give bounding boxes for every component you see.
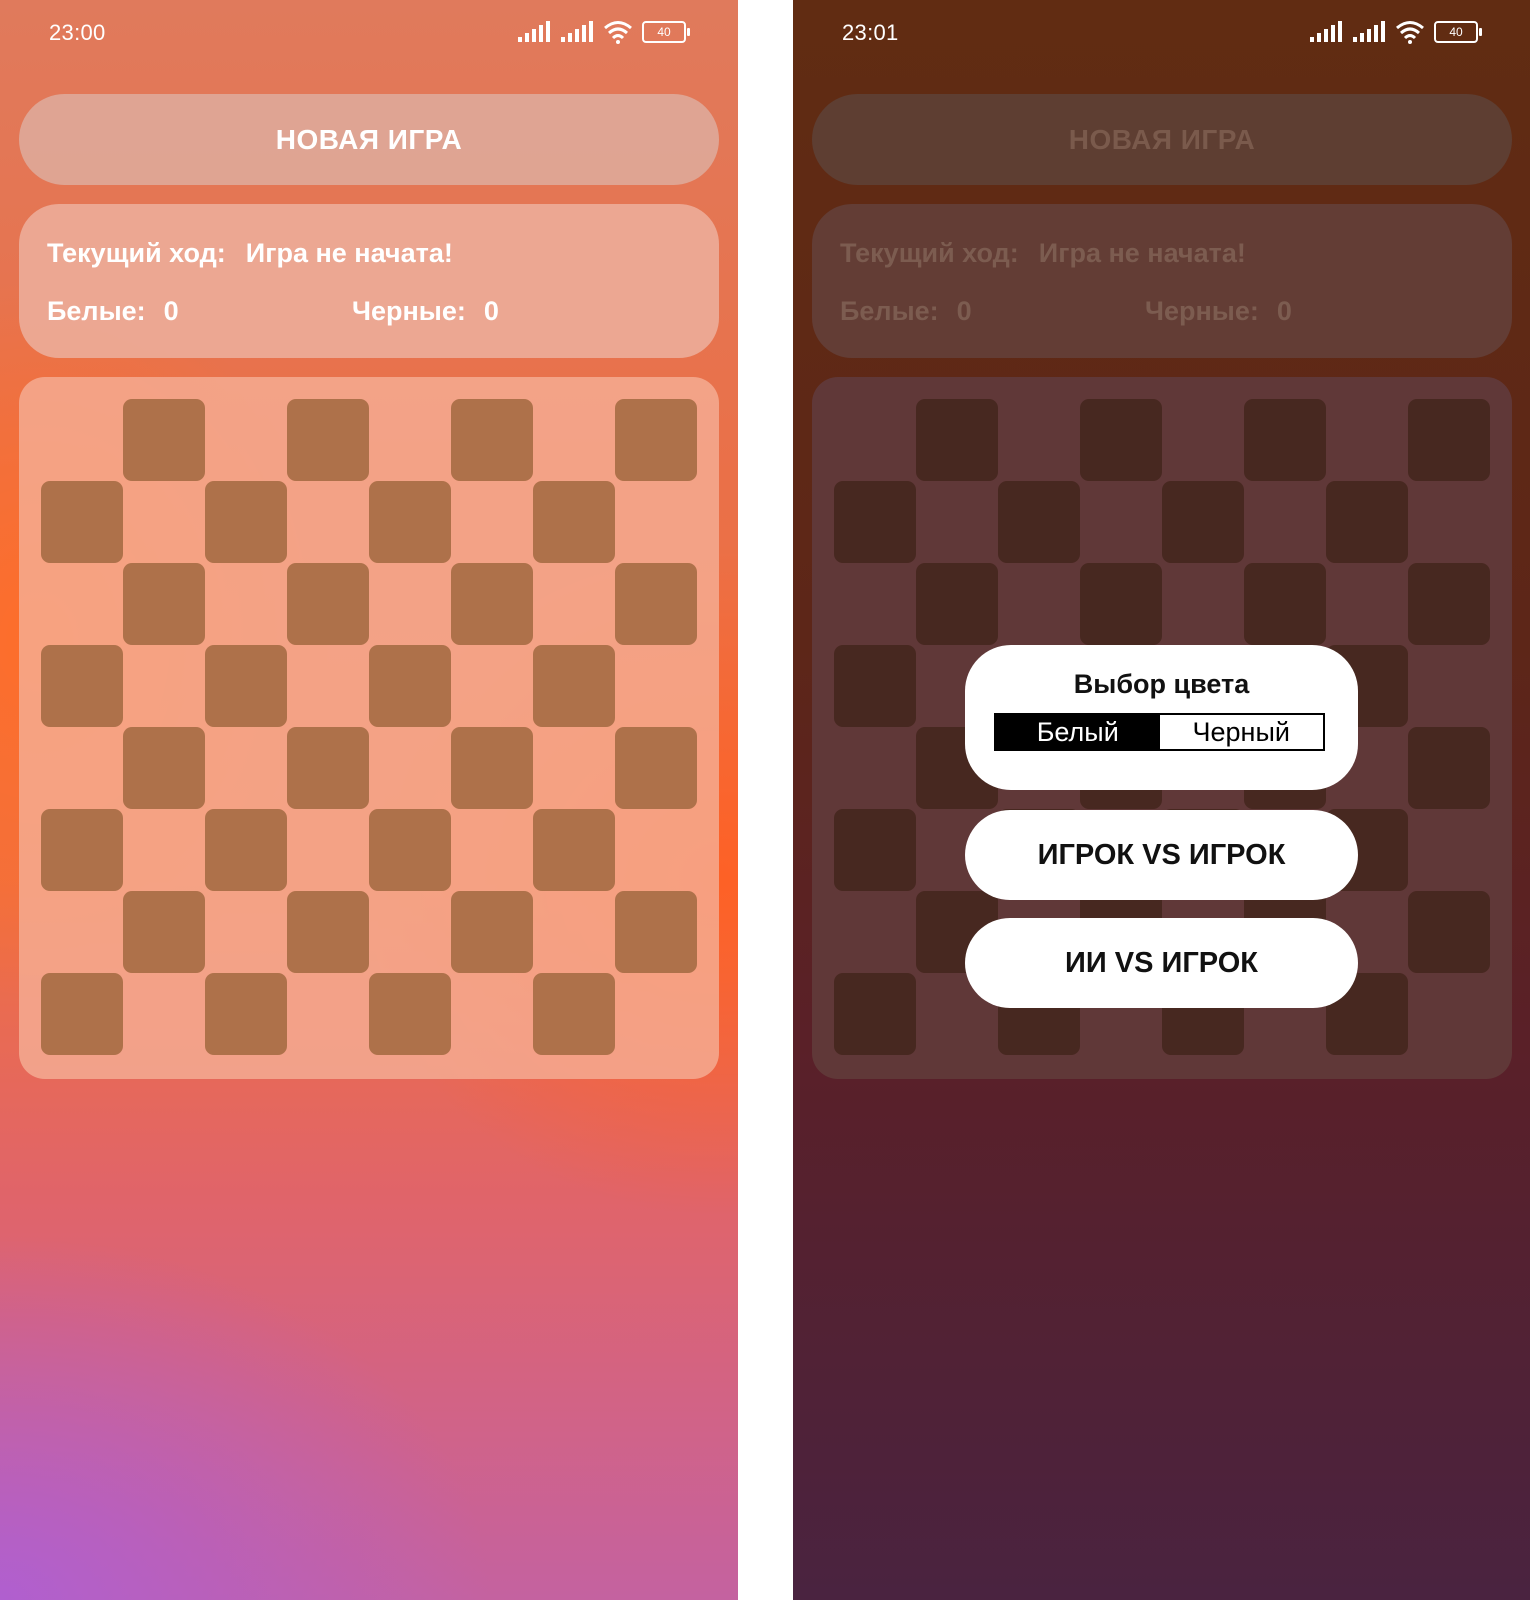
current-turn-label: Текущий ход:: [840, 238, 1019, 268]
signal-icon: [561, 21, 593, 42]
board-dark-cell[interactable]: [287, 399, 369, 481]
board-dark-cell: [1244, 563, 1326, 645]
board-dark-cell[interactable]: [205, 645, 287, 727]
board-dark-cell: [1408, 399, 1490, 481]
board-dark-cell[interactable]: [287, 563, 369, 645]
board-dark-cell[interactable]: [287, 891, 369, 973]
board-dark-cell[interactable]: [41, 481, 123, 563]
board-dark-cell[interactable]: [615, 399, 697, 481]
status-bar: 23:00 40: [0, 0, 738, 68]
black-score-value: 0: [1276, 296, 1292, 326]
white-score-row: Белые: 0: [840, 296, 972, 327]
board-dark-cell: [834, 481, 916, 563]
board-dark-cell[interactable]: [123, 399, 205, 481]
white-score-value: 0: [163, 296, 179, 326]
battery-level: 40: [657, 25, 671, 39]
game-info-card: Текущий ход: Игра не начата! Белые: 0 Черн…: [812, 204, 1512, 358]
board-dark-cell[interactable]: [369, 809, 451, 891]
board-dark-cell: [1408, 891, 1490, 973]
color-choice-dialog: Выбор цвета Белый Черный: [965, 645, 1358, 790]
color-option-white[interactable]: Белый: [996, 715, 1160, 749]
black-score-label: Черные:: [352, 296, 466, 326]
color-segmented-control: Белый Черный: [994, 713, 1325, 751]
battery-icon: 40: [642, 21, 690, 43]
player-vs-player-button[interactable]: ИГРОК VS ИГРОК: [965, 810, 1358, 900]
board-dark-cell[interactable]: [615, 727, 697, 809]
ai-vs-player-button[interactable]: ИИ VS ИГРОК: [965, 918, 1358, 1008]
status-time: 23:00: [49, 20, 106, 45]
board-dark-cell: [1244, 399, 1326, 481]
current-turn-value: Игра не начата!: [1038, 238, 1246, 268]
current-turn-row: Текущий ход: Игра не начата!: [840, 238, 1246, 269]
new-game-button[interactable]: НОВАЯ ИГРА: [812, 94, 1512, 185]
board-dark-cell[interactable]: [533, 645, 615, 727]
board-dark-cell: [998, 481, 1080, 563]
board-dark-cell: [834, 645, 916, 727]
board-dark-cell[interactable]: [41, 645, 123, 727]
board-dark-cell[interactable]: [369, 481, 451, 563]
board-dark-cell[interactable]: [451, 727, 533, 809]
board-dark-cell[interactable]: [369, 645, 451, 727]
board-dark-cell[interactable]: [41, 973, 123, 1055]
board-dark-cell[interactable]: [287, 727, 369, 809]
phone-screen-mode-select: 23:01 40 НОВАЯ ИГРА Текущий ход: Игра не…: [793, 0, 1530, 1600]
black-score-row: Черные: 0: [352, 296, 499, 327]
board-dark-cell[interactable]: [123, 891, 205, 973]
board-dark-cell[interactable]: [205, 809, 287, 891]
wifi-icon: [1396, 21, 1424, 44]
board-dark-cell[interactable]: [41, 809, 123, 891]
board-dark-cell[interactable]: [205, 973, 287, 1055]
board-dark-cell[interactable]: [533, 481, 615, 563]
board-dark-cell: [1080, 399, 1162, 481]
board-dark-cell: [916, 399, 998, 481]
board-dark-cell: [1408, 727, 1490, 809]
board-dark-cell[interactable]: [451, 563, 533, 645]
current-turn-row: Текущий ход: Игра не начата!: [47, 238, 453, 269]
board-dark-cell[interactable]: [123, 563, 205, 645]
phone-screen-start: 23:00 40 НОВАЯ ИГРА Текущий ход: Игра не…: [0, 0, 738, 1600]
game-info-card: Текущий ход: Игра не начата! Белые: 0 Черн…: [19, 204, 719, 358]
battery-icon: 40: [1434, 21, 1482, 43]
board-dark-cell: [834, 809, 916, 891]
board-dark-cell: [1326, 481, 1408, 563]
board-dark-cell[interactable]: [369, 973, 451, 1055]
board-dark-cell: [1408, 563, 1490, 645]
board-dark-cell[interactable]: [205, 481, 287, 563]
white-score-label: Белые:: [47, 296, 146, 326]
black-score-row: Черные: 0: [1145, 296, 1292, 327]
board-dark-cell: [1080, 563, 1162, 645]
status-icons: 40: [517, 20, 690, 44]
status-time: 23:01: [842, 20, 899, 45]
signal-icon: [1310, 21, 1342, 42]
board-dark-cell[interactable]: [123, 727, 205, 809]
board-dark-cell: [916, 563, 998, 645]
board-dark-cell[interactable]: [615, 891, 697, 973]
board-dark-cell: [1162, 481, 1244, 563]
battery-level: 40: [1449, 25, 1463, 39]
white-score-value: 0: [956, 296, 972, 326]
wifi-icon: [604, 21, 632, 44]
board-dark-cell[interactable]: [615, 563, 697, 645]
board-dark-cell[interactable]: [451, 891, 533, 973]
color-choice-title: Выбор цвета: [1073, 669, 1250, 699]
black-score-label: Черные:: [1145, 296, 1259, 326]
new-game-button[interactable]: НОВАЯ ИГРА: [19, 94, 719, 185]
white-score-label: Белые:: [840, 296, 939, 326]
current-turn-label: Текущий ход:: [47, 238, 226, 268]
status-icons: 40: [1309, 20, 1482, 44]
status-bar: 23:01 40: [793, 0, 1530, 68]
board-dark-cell: [834, 973, 916, 1055]
black-score-value: 0: [483, 296, 499, 326]
white-score-row: Белые: 0: [47, 296, 179, 327]
board-dark-cell[interactable]: [451, 399, 533, 481]
board-dark-cell[interactable]: [533, 973, 615, 1055]
signal-icon: [518, 21, 550, 42]
board-dark-cell[interactable]: [533, 809, 615, 891]
color-option-black[interactable]: Черный: [1159, 715, 1323, 749]
current-turn-value: Игра не начата!: [245, 238, 453, 268]
signal-icon: [1353, 21, 1385, 42]
checkers-board[interactable]: [19, 377, 719, 1079]
